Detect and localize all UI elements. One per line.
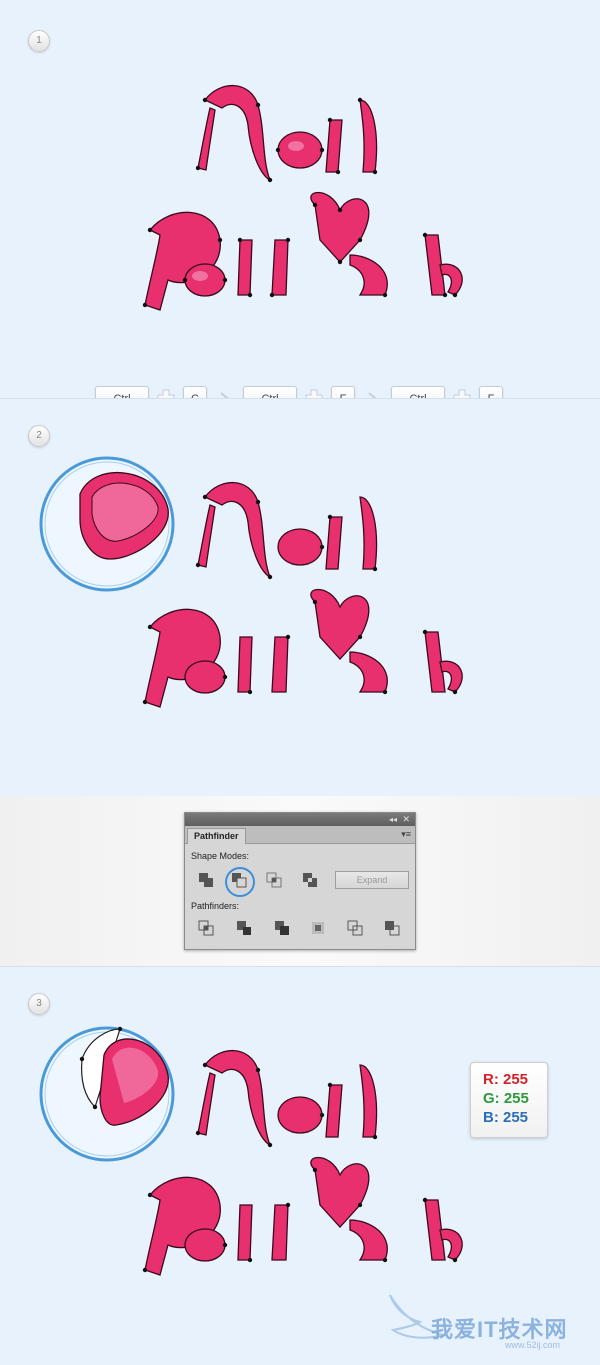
- merge-icon[interactable]: [273, 919, 291, 937]
- nail-polish-lettering-outline: [142, 84, 463, 311]
- pathfinders-label: Pathfinders:: [191, 901, 240, 911]
- tab-pathfinder[interactable]: Pathfinder: [187, 828, 246, 844]
- pathfinder-panel: ◂◂ ✕ Pathfinder ▾≡ Shape Modes: Expand P…: [184, 812, 416, 950]
- minus-front-icon[interactable]: [230, 871, 248, 889]
- divide-icon[interactable]: [197, 919, 215, 937]
- step-1-panel: 1: [0, 0, 600, 398]
- green-value: G: 255: [483, 1090, 529, 1107]
- intersect-icon[interactable]: [265, 871, 283, 889]
- close-icon[interactable]: ✕: [402, 813, 410, 826]
- nail-polish-lettering-selected: [39, 456, 463, 708]
- outline-icon[interactable]: [346, 919, 364, 937]
- crop-icon[interactable]: [309, 919, 327, 937]
- site-watermark: 我爱IT技术网 www.52ij.com: [385, 1290, 595, 1360]
- shape-modes-label: Shape Modes:: [191, 851, 250, 861]
- red-value: R: 255: [483, 1071, 529, 1088]
- panel-tabbar: Pathfinder ▾≡: [185, 826, 415, 844]
- blue-value: B: 255: [483, 1109, 529, 1126]
- panel-titlebar[interactable]: ◂◂ ✕: [185, 813, 415, 826]
- fill-color-badge: R: 255 G: 255 B: 255: [470, 1062, 548, 1138]
- pathfinder-panel-band: ◂◂ ✕ Pathfinder ▾≡ Shape Modes: Expand P…: [0, 796, 600, 966]
- exclude-icon[interactable]: [301, 871, 319, 889]
- watermark-url: www.52ij.com: [505, 1340, 561, 1350]
- collapse-icon[interactable]: ◂◂: [389, 813, 397, 826]
- expand-button[interactable]: Expand: [335, 871, 409, 889]
- trim-icon[interactable]: [235, 919, 253, 937]
- step-2-panel: 2: [0, 398, 600, 796]
- minus-back-icon[interactable]: [383, 919, 401, 937]
- panel-menu-icon[interactable]: ▾≡: [401, 829, 411, 840]
- unite-icon[interactable]: [197, 871, 215, 889]
